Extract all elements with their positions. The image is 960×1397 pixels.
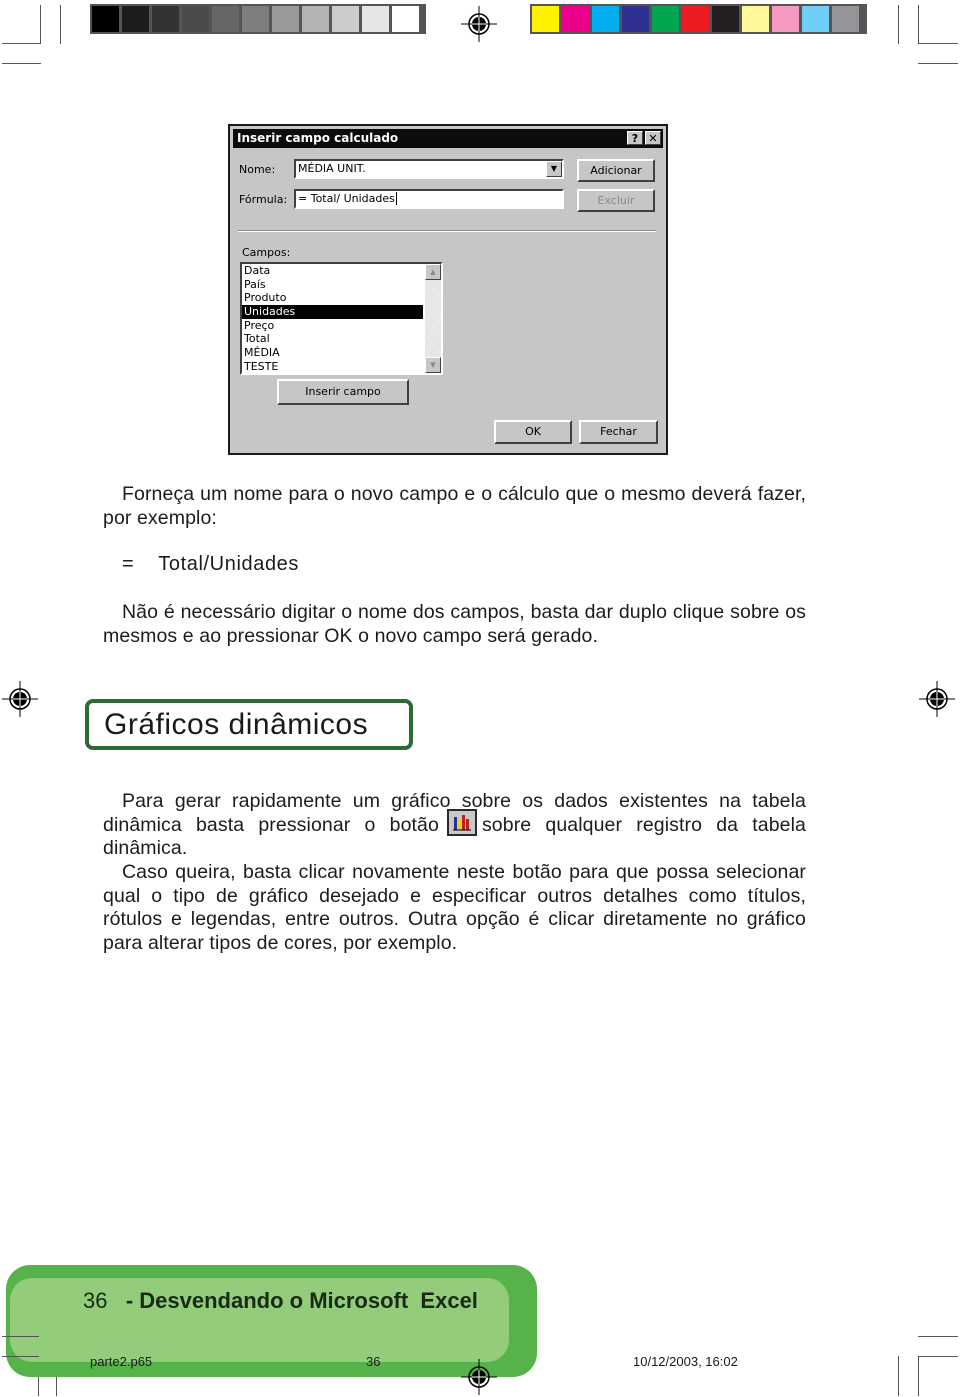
footer-book-title: Desvendando o Microsoft Excel <box>139 1288 478 1313</box>
registration-mark-icon <box>919 681 955 717</box>
footer-title: 36 - Desvendando o Microsoft Excel <box>83 1288 478 1314</box>
color-swatch <box>562 6 589 32</box>
crop-mark <box>918 1356 919 1396</box>
grayscale-calibration-bar <box>90 4 426 34</box>
crop-mark <box>918 1336 958 1337</box>
color-swatch <box>742 6 769 32</box>
section-heading-box: Gráficos dinâmicos <box>85 699 413 750</box>
crop-mark <box>2 1336 39 1337</box>
scroll-up-icon[interactable]: ▲ <box>425 264 441 280</box>
paragraph-intro: Forneça um nome para o novo campo e o cá… <box>103 483 806 530</box>
field-list-item[interactable]: Data <box>242 264 423 278</box>
gray-swatch <box>362 6 389 32</box>
field-list-item[interactable]: Total <box>242 332 423 346</box>
crop-mark <box>918 5 919 44</box>
delete-button[interactable]: Excluir <box>577 189 655 212</box>
gray-swatch <box>272 6 299 32</box>
insert-calculated-field-dialog: Inserir campo calculado ? ✕ Nome: MÉDIA … <box>228 124 668 455</box>
crop-mark <box>898 5 899 44</box>
fields-listbox[interactable]: Data País Produto Unidades Preço Total MÉDIA TE… <box>240 262 443 375</box>
add-button-label: Adicionar <box>590 164 642 177</box>
color-swatch <box>592 6 619 32</box>
gray-swatch <box>212 6 239 32</box>
footer-separator: - <box>125 1288 134 1313</box>
add-button[interactable]: Adicionar <box>577 159 655 182</box>
gray-swatch <box>182 6 209 32</box>
formula-label: Fórmula: <box>239 193 288 206</box>
crop-mark <box>60 5 61 44</box>
field-list-item[interactable]: MÉDIA <box>242 346 423 360</box>
formula-value: = Total/ Unidades <box>298 192 395 205</box>
gray-swatch <box>122 6 149 32</box>
gray-swatch <box>392 6 419 32</box>
paragraph-double-click-text: Não é necessário digitar o nome dos camp… <box>103 601 806 647</box>
help-button[interactable]: ? <box>627 131 643 145</box>
crop-mark <box>2 63 41 64</box>
paragraph-intro-text: Forneça um nome para o novo campo e o cá… <box>103 483 806 529</box>
crop-mark <box>918 1356 958 1357</box>
formula-equals: = <box>122 553 135 575</box>
slug-filename: parte2.p65 <box>90 1354 153 1369</box>
color-swatch <box>652 6 679 32</box>
crop-mark <box>918 43 958 44</box>
field-list-item[interactable]: País <box>242 278 423 292</box>
crop-mark <box>40 5 41 44</box>
paragraph-options: Caso queira, basta clicar novamente nest… <box>103 861 806 956</box>
registration-mark-icon <box>2 681 38 717</box>
registration-mark-icon <box>461 6 497 42</box>
color-swatch <box>682 6 709 32</box>
dialog-title-bar: Inserir campo calculado ? ✕ <box>233 129 663 148</box>
color-calibration-bar <box>530 4 867 34</box>
color-swatch <box>712 6 739 32</box>
crop-mark <box>2 1356 39 1357</box>
formula-text: Total/Unidades <box>158 553 299 575</box>
separator <box>238 230 656 232</box>
gray-swatch <box>242 6 269 32</box>
color-swatch <box>622 6 649 32</box>
color-swatch <box>532 6 559 32</box>
nome-label: Nome: <box>239 163 276 176</box>
section-title: Gráficos dinâmicos <box>104 708 369 741</box>
slug-page: 36 <box>366 1354 381 1369</box>
color-swatch <box>802 6 829 32</box>
gray-swatch <box>92 6 119 32</box>
color-swatch <box>832 6 859 32</box>
crop-mark <box>918 63 958 64</box>
paragraph-options-text: Caso queira, basta clicar novamente nest… <box>103 861 806 955</box>
insert-field-button[interactable]: Inserir campo <box>277 379 409 405</box>
slug-datetime: 10/12/2003, 16:02 <box>633 1354 738 1369</box>
nome-combobox[interactable]: MÉDIA UNIT. ▼ <box>294 159 564 179</box>
formula-input[interactable]: = Total/ Unidades <box>294 189 564 209</box>
paragraph-double-click: Não é necessário digitar o nome dos camp… <box>103 601 806 648</box>
field-list-item[interactable]: Unidades <box>242 305 423 319</box>
footer-page-number: 36 <box>83 1288 108 1313</box>
close-icon[interactable]: ✕ <box>645 131 661 145</box>
pivot-chart-button[interactable] <box>446 809 477 837</box>
delete-button-label: Excluir <box>597 194 635 207</box>
registration-mark-icon <box>461 1359 497 1395</box>
color-swatch <box>772 6 799 32</box>
fechar-button[interactable]: Fechar <box>579 420 658 444</box>
fields-label: Campos: <box>242 246 291 259</box>
field-list-item[interactable]: Produto <box>242 291 423 305</box>
gray-swatch <box>302 6 329 32</box>
chart-wizard-icon <box>452 815 471 831</box>
listbox-scrollbar[interactable]: ▲ ▼ <box>425 264 441 373</box>
ok-label: OK <box>525 425 541 438</box>
field-list-item[interactable]: Preço <box>242 319 423 333</box>
gray-swatch <box>152 6 179 32</box>
nome-value: MÉDIA UNIT. <box>298 162 366 175</box>
dropdown-arrow-icon[interactable]: ▼ <box>546 161 562 177</box>
paragraph-chart-button: Para gerar rapidamente um gráfico sobre … <box>103 790 806 861</box>
insert-field-label: Inserir campo <box>305 385 381 398</box>
field-list-item[interactable]: TESTE <box>242 360 423 374</box>
crop-mark <box>2 43 41 44</box>
gray-swatch <box>332 6 359 32</box>
dialog-title: Inserir campo calculado <box>237 131 399 145</box>
fechar-label: Fechar <box>600 425 637 438</box>
ok-button[interactable]: OK <box>494 420 572 444</box>
scroll-down-icon[interactable]: ▼ <box>425 357 441 373</box>
crop-mark <box>898 1356 899 1396</box>
formula-example: = Total/Unidades <box>122 553 299 576</box>
